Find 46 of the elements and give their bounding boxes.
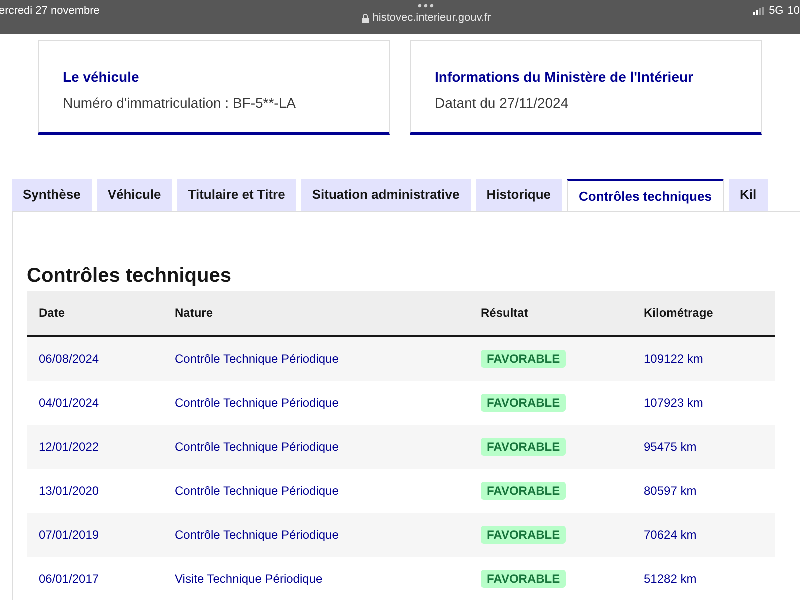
tab[interactable]: Synthèse [12, 179, 92, 211]
nature-link[interactable]: Contrôle Technique Périodique [175, 526, 481, 544]
nature-link[interactable]: Contrôle Technique Périodique [175, 350, 481, 368]
result-badge: FAVORABLE [481, 350, 566, 368]
lock-icon [362, 14, 369, 23]
nature-link[interactable]: Contrôle Technique Périodique [175, 394, 481, 412]
tab[interactable]: Véhicule [96, 179, 172, 211]
signal-icon [753, 7, 766, 16]
result-badge: FAVORABLE [481, 526, 566, 544]
card-title: Le véhicule [63, 68, 140, 87]
date-link[interactable]: 06/08/2024 [39, 350, 175, 368]
card-text: Numéro d'immatriculation : BF-5**-LA [63, 94, 297, 113]
battery-percent: 10 [788, 4, 800, 19]
result-badge: FAVORABLE [481, 570, 566, 588]
mileage-text: 51282 km [644, 571, 698, 588]
network-label: 5G [769, 4, 784, 19]
date-link[interactable]: 06/01/2017 [39, 570, 175, 588]
mileage-text: 70624 km [644, 527, 698, 544]
result-badge: FAVORABLE [481, 438, 566, 456]
nature-link[interactable]: Visite Technique Périodique [175, 570, 481, 588]
result-badge: FAVORABLE [481, 482, 566, 500]
tab[interactable]: Contrôles techniques [567, 179, 724, 212]
url-text[interactable]: histovec.interieur.gouv.fr [372, 10, 492, 26]
section-title: Contrôles techniques [27, 264, 232, 289]
result-badge: FAVORABLE [481, 394, 566, 412]
column-header: Nature [175, 305, 214, 322]
card-title: Informations du Ministère de l'Intérieur [435, 68, 694, 87]
date-link[interactable]: 04/01/2024 [39, 394, 175, 412]
tab[interactable]: Historique [476, 179, 562, 211]
dots-icon [418, 4, 434, 8]
card-text: Datant du 27/11/2024 [435, 94, 570, 113]
date-link[interactable]: 13/01/2020 [39, 482, 175, 500]
nature-link[interactable]: Contrôle Technique Périodique [175, 438, 481, 456]
nature-link[interactable]: Contrôle Technique Périodique [175, 482, 481, 500]
date-link[interactable]: 07/01/2019 [39, 526, 175, 544]
tab[interactable]: Situation administrative [301, 179, 471, 211]
mileage-text: 109122 km [644, 351, 704, 368]
mileage-text: 95475 km [644, 439, 698, 456]
mileage-text: 107923 km [644, 395, 704, 412]
tab[interactable]: Kil [728, 179, 768, 211]
date-link[interactable]: 12/01/2022 [39, 438, 175, 456]
column-header: Kilométrage [644, 305, 714, 322]
tab[interactable]: Titulaire et Titre [177, 179, 296, 211]
column-header: Résultat [481, 305, 530, 322]
column-header: Date [39, 305, 66, 322]
mileage-text: 80597 km [644, 483, 698, 500]
